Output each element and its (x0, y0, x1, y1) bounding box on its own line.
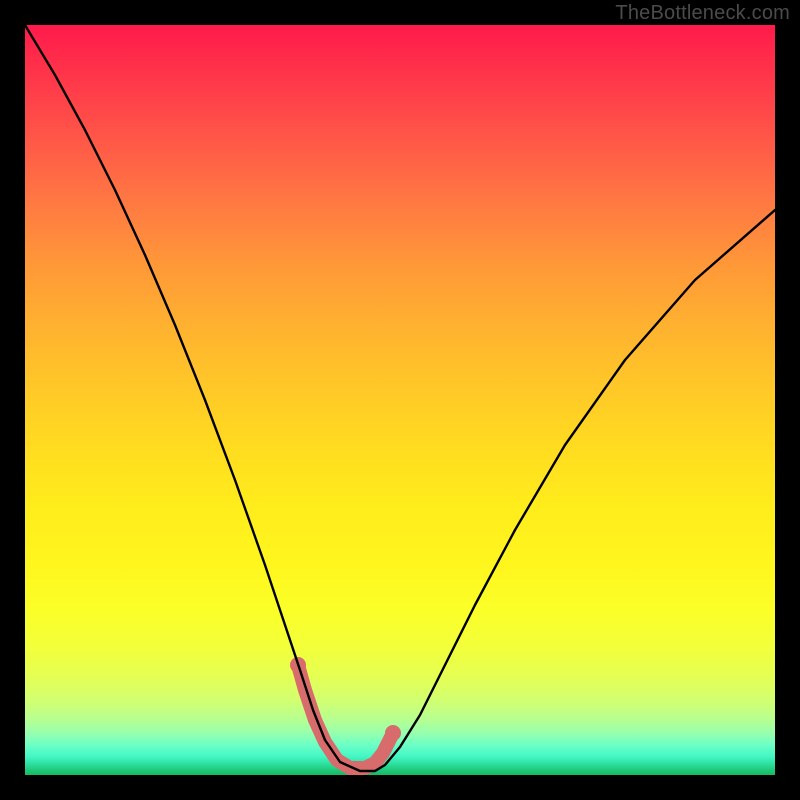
curve-layer (25, 25, 775, 775)
plot-area (25, 25, 775, 775)
main-curve (25, 25, 775, 771)
highlight-endpoint-right (385, 725, 401, 741)
chart-frame: TheBottleneck.com (0, 0, 800, 800)
highlight-segment (298, 665, 393, 768)
watermark-text: TheBottleneck.com (615, 2, 790, 25)
